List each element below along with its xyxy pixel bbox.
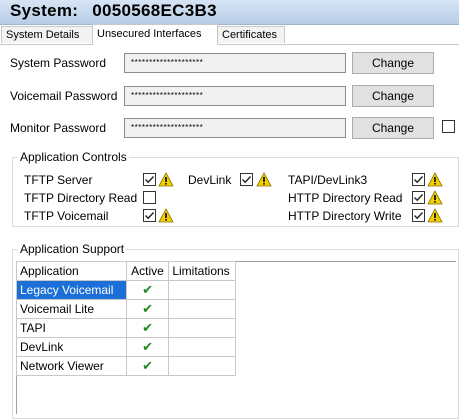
column-header-application[interactable]: Application	[16, 261, 127, 281]
http-directory-read-label: HTTP Directory Read	[288, 191, 403, 205]
tftp-voicemail-warning-icon	[158, 208, 174, 223]
application-cell[interactable]: Voicemail Lite	[16, 299, 127, 319]
application-cell[interactable]: Network Viewer	[16, 356, 127, 376]
system-password-field[interactable]: ********************	[124, 53, 346, 73]
active-cell: ✔	[125, 280, 170, 300]
column-header-active[interactable]: Active	[125, 261, 170, 281]
tftp-server-checkbox[interactable]	[143, 173, 156, 186]
table-row[interactable]: Legacy Voicemail ✔	[16, 280, 236, 300]
title-bar: System: 0050568EC3B3	[0, 0, 459, 25]
tftp-server-label: TFTP Server	[24, 173, 93, 187]
tftp-server-warning-icon	[158, 172, 174, 187]
application-controls-title: Application Controls	[18, 150, 129, 164]
table-row[interactable]: DevLink ✔	[16, 337, 236, 357]
check-icon: ✔	[142, 339, 153, 354]
system-password-change-button[interactable]: Change	[352, 52, 434, 74]
http-directory-write-label: HTTP Directory Write	[288, 209, 402, 223]
check-icon: ✔	[142, 282, 153, 297]
table-row[interactable]: Network Viewer ✔	[16, 356, 236, 376]
limitations-cell	[168, 356, 236, 376]
check-icon: ✔	[142, 301, 153, 316]
check-icon: ✔	[142, 358, 153, 373]
tftp-directory-read-label: TFTP Directory Read	[24, 191, 138, 205]
voicemail-password-label: Voicemail Password	[10, 89, 118, 103]
http-directory-read-checkbox[interactable]	[412, 191, 425, 204]
limitations-cell	[168, 337, 236, 357]
tftp-directory-read-checkbox[interactable]	[143, 191, 156, 204]
devlink-checkbox[interactable]	[240, 173, 253, 186]
http-directory-read-warning-icon	[427, 190, 443, 205]
check-icon: ✔	[142, 320, 153, 335]
system-id: 0050568EC3B3	[92, 1, 217, 20]
table-row[interactable]: Voicemail Lite ✔	[16, 299, 236, 319]
application-support-table: Application Active Limitations Legacy Vo…	[16, 261, 236, 376]
active-cell: ✔	[125, 318, 170, 338]
voicemail-password-field[interactable]: ********************	[124, 86, 346, 106]
tftp-voicemail-checkbox[interactable]	[143, 209, 156, 222]
application-cell[interactable]: TAPI	[16, 318, 127, 338]
devlink-label: DevLink	[188, 173, 232, 187]
tab-strip: System Details Unsecured Interfaces Cert…	[0, 24, 459, 45]
monitor-password-field[interactable]: ********************	[124, 118, 346, 138]
tftp-voicemail-label: TFTP Voicemail	[24, 209, 109, 223]
devlink-warning-icon	[256, 172, 272, 187]
monitor-password-label: Monitor Password	[10, 121, 107, 135]
tapi-devlink3-checkbox[interactable]	[412, 173, 425, 186]
tab-system-details[interactable]: System Details	[1, 26, 93, 43]
active-cell: ✔	[125, 337, 170, 357]
limitations-cell	[168, 299, 236, 319]
table-row[interactable]: TAPI ✔	[16, 318, 236, 338]
limitations-cell	[168, 318, 236, 338]
active-cell: ✔	[125, 299, 170, 319]
tab-certificates[interactable]: Certificates	[217, 26, 285, 43]
application-support-title: Application Support	[18, 242, 127, 256]
limitations-cell	[168, 280, 236, 300]
tapi-devlink3-label: TAPI/DevLink3	[288, 173, 368, 187]
http-directory-write-warning-icon	[427, 208, 443, 223]
tab-unsecured-interfaces[interactable]: Unsecured Interfaces	[92, 24, 218, 45]
monitor-password-change-button[interactable]: Change	[352, 117, 434, 139]
http-directory-write-checkbox[interactable]	[412, 209, 425, 222]
column-header-limitations[interactable]: Limitations	[168, 261, 236, 281]
system-password-label: System Password	[10, 56, 107, 70]
system-label: System:	[10, 1, 79, 20]
voicemail-password-change-button[interactable]: Change	[352, 85, 434, 107]
tapi-devlink3-warning-icon	[427, 172, 443, 187]
system-title: System: 0050568EC3B3	[10, 1, 217, 21]
application-cell[interactable]: Legacy Voicemail	[16, 280, 127, 300]
application-cell[interactable]: DevLink	[16, 337, 127, 357]
monitor-option-checkbox[interactable]	[442, 120, 455, 133]
active-cell: ✔	[125, 356, 170, 376]
